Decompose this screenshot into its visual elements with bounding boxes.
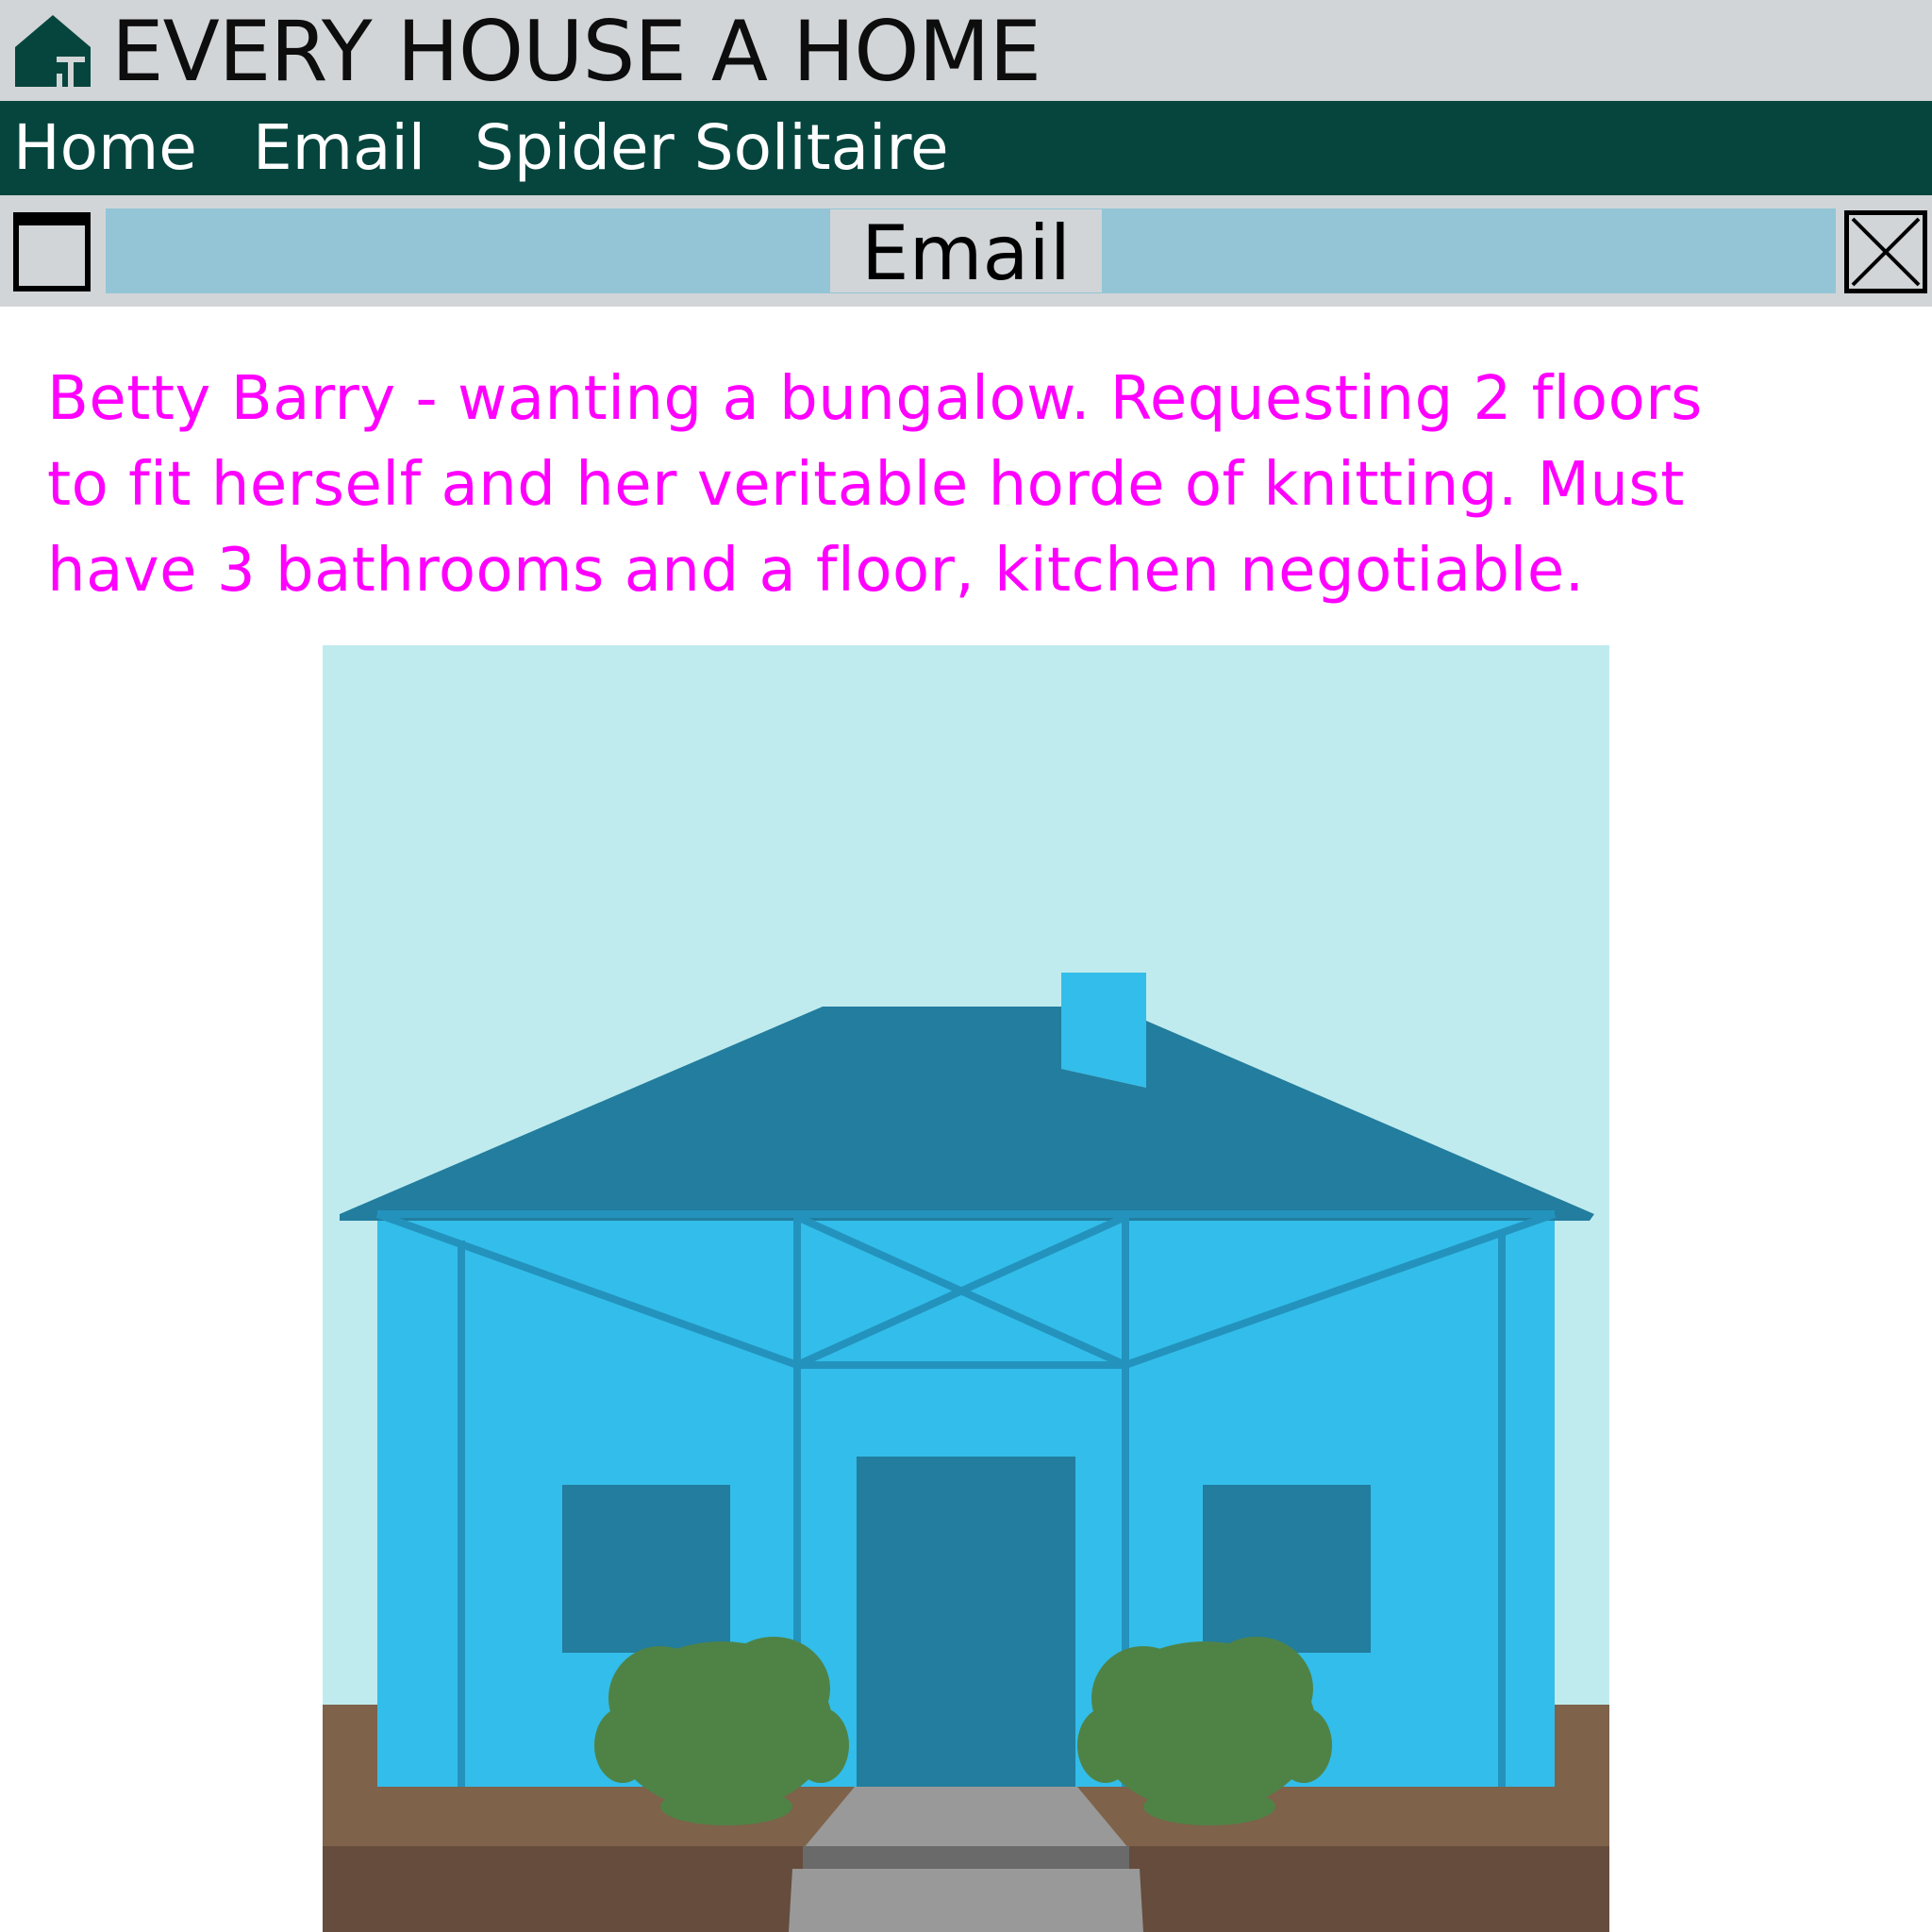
step-bottom bbox=[789, 1869, 1143, 1932]
nav-item-spider-solitaire[interactable]: Spider Solitaire bbox=[475, 101, 949, 195]
nav-item-email[interactable]: Email bbox=[253, 101, 425, 195]
nav-bar: Home Email Spider Solitaire bbox=[0, 101, 1932, 195]
nav-item-home[interactable]: Home bbox=[13, 101, 197, 195]
email-body: Betty Barry - wanting a bungalow. Reques… bbox=[47, 357, 1896, 614]
window-right bbox=[1203, 1485, 1371, 1653]
maximize-window-icon[interactable] bbox=[13, 212, 91, 291]
email-body-line: to fit herself and her veritable horde o… bbox=[47, 450, 1685, 520]
window-left bbox=[562, 1485, 730, 1653]
email-body-line: Betty Barry - wanting a bungalow. Reques… bbox=[47, 364, 1703, 434]
front-door bbox=[857, 1457, 1075, 1787]
step-edge bbox=[803, 1846, 1129, 1869]
window-title: Email bbox=[830, 209, 1102, 297]
close-icon bbox=[1851, 217, 1921, 287]
step-top bbox=[803, 1787, 1129, 1849]
bungalow-illustration bbox=[323, 645, 1609, 1932]
app-title: EVERY HOUSE A HOME bbox=[111, 3, 1041, 100]
close-button[interactable] bbox=[1844, 210, 1927, 293]
app-title-bar: EVERY HOUSE A HOME bbox=[0, 0, 1932, 101]
email-body-line: have 3 bathrooms and a floor, kitchen ne… bbox=[47, 536, 1585, 606]
house-logo-icon bbox=[15, 15, 91, 87]
chimney bbox=[1061, 973, 1146, 1088]
